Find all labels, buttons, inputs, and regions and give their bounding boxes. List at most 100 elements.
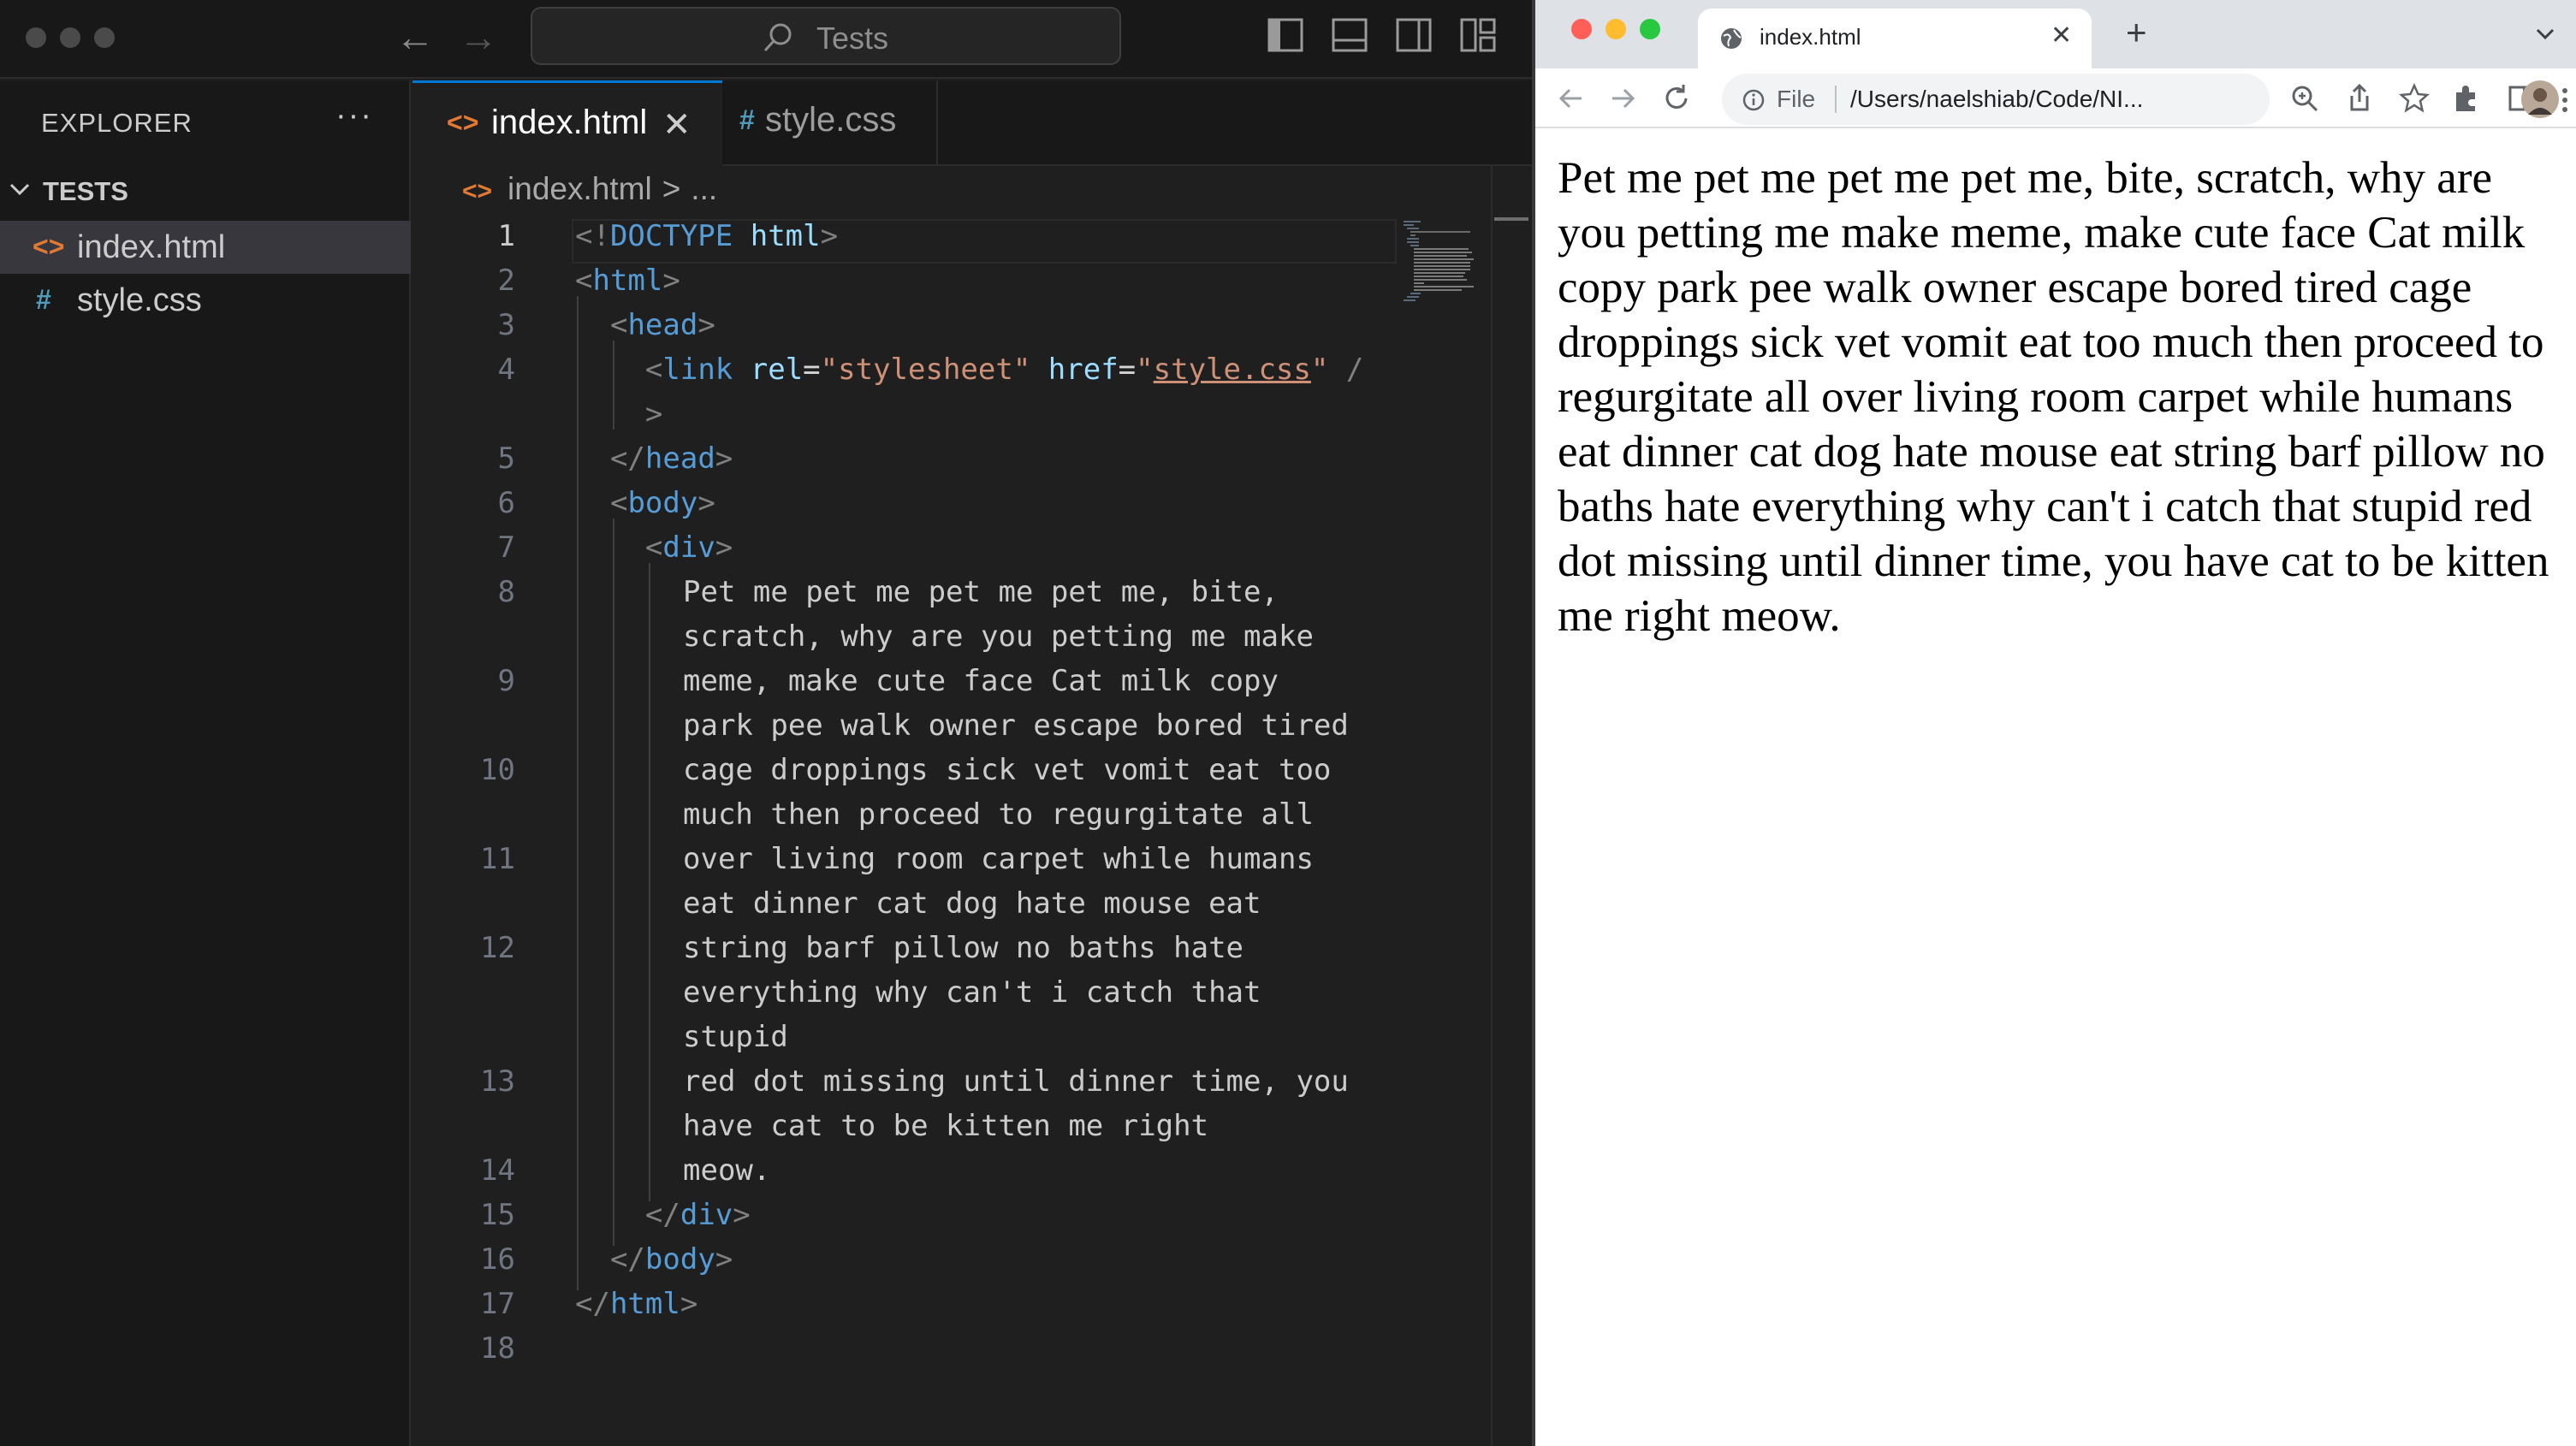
url-text[interactable]: /Users/naelshiab/Code/NI...: [1850, 86, 2143, 113]
browser-window: index.html ✕ + File /Users/naelshiab/Cod…: [1532, 0, 2576, 1446]
line-number: 2: [497, 264, 515, 298]
minimize-window-button[interactable]: [1606, 19, 1626, 39]
code-text-line: scratch, why are you petting me make: [683, 619, 1314, 654]
breadcrumb-symbol[interactable]: ...: [691, 171, 717, 206]
line-number: 12: [480, 931, 515, 965]
file-item-style-css[interactable]: # style.css: [0, 274, 411, 327]
tab-label: index.html: [491, 104, 648, 141]
address-bar[interactable]: File /Users/naelshiab/Code/NI...: [1722, 74, 2270, 125]
chevron-down-icon[interactable]: [2533, 22, 2557, 46]
html-file-icon: <>: [447, 107, 479, 138]
code-line-html-close: </html>: [575, 1287, 698, 1321]
breadcrumb-file[interactable]: index.html: [507, 171, 652, 206]
css-file-icon: #: [739, 104, 755, 135]
file-name: index.html: [77, 229, 226, 265]
tab-style-css[interactable]: # style.css: [724, 80, 938, 166]
code-line-div-open: <div>: [644, 530, 733, 565]
line-number: 13: [480, 1064, 515, 1099]
scrollbar-thumb[interactable]: [1494, 217, 1528, 221]
chevron-down-icon: [9, 183, 30, 196]
customize-layout-icon[interactable]: [1459, 17, 1497, 53]
folder-tests[interactable]: TESTS: [0, 173, 411, 216]
close-window-button[interactable]: [1571, 19, 1592, 39]
editor-tab-bar: <> index.html ✕ # style.css ···: [413, 80, 1903, 166]
toggle-panel-icon[interactable]: [1331, 17, 1368, 53]
zoom-icon[interactable]: [2288, 82, 2321, 115]
toggle-primary-sidebar-icon[interactable]: [1267, 17, 1304, 53]
folder-name: TESTS: [43, 176, 128, 206]
vscode-titlebar: ← → Tests: [0, 0, 1532, 79]
line-number: 4: [497, 353, 515, 387]
line-number: 3: [497, 308, 515, 342]
vscode-window: ← → Tests EXPLORER ··· TESTS <> index.ht…: [0, 0, 1903, 1446]
file-name: style.css: [77, 282, 202, 318]
line-number: 6: [497, 486, 515, 520]
command-center-label: Tests: [816, 21, 889, 56]
browser-tab-title: index.html: [1760, 24, 1861, 50]
forward-arrow-icon[interactable]: →: [459, 15, 498, 58]
forward-arrow-icon[interactable]: [1607, 82, 1640, 115]
code-text-line: meme, make cute face Cat milk copy: [683, 664, 1279, 698]
code-text-line: have cat to be kitten me right: [683, 1109, 1209, 1143]
browser-tab-strip: index.html ✕ +: [1535, 0, 2576, 68]
breadcrumb-separator: >: [662, 171, 681, 206]
new-tab-button[interactable]: +: [2126, 12, 2147, 53]
bookmark-star-icon[interactable]: [2398, 82, 2431, 115]
line-number: 11: [480, 842, 515, 876]
url-divider: [1835, 86, 1837, 113]
minimize-window-button[interactable]: [60, 27, 80, 48]
code-line-head-close: </head>: [609, 442, 733, 476]
code-line-link: <link rel="stylesheet" href="style.css" …: [644, 353, 1364, 387]
close-tab-icon[interactable]: ✕: [2051, 21, 2072, 50]
back-arrow-icon[interactable]: ←: [395, 15, 435, 58]
close-window-button[interactable]: [26, 27, 46, 48]
code-text-line: cage droppings sick vet vomit eat too: [683, 753, 1332, 787]
close-tab-icon[interactable]: ✕: [662, 105, 691, 145]
code-line-body-open: <body>: [609, 486, 715, 520]
code-line-html-open: <html>: [575, 264, 680, 298]
avatar[interactable]: [2521, 80, 2559, 122]
explorer-title: EXPLORER: [41, 108, 193, 138]
tab-index-html[interactable]: <> index.html ✕: [413, 80, 722, 166]
html-file-icon: <>: [33, 231, 65, 262]
code-text-line: string barf pillow no baths hate: [683, 931, 1244, 965]
chrome-menu-icon[interactable]: [2559, 84, 2571, 116]
line-number: 9: [497, 664, 515, 698]
reload-icon[interactable]: [1660, 82, 1693, 115]
share-icon[interactable]: [2343, 82, 2376, 115]
tab-label: style.css: [765, 101, 897, 139]
back-arrow-icon[interactable]: [1554, 82, 1587, 115]
line-number: 10: [480, 753, 515, 787]
code-text-line: Pet me pet me pet me pet me, bite,: [683, 575, 1279, 609]
code-editor[interactable]: 1 2 3 4 5 6 7 8 9 10 11 12 13 14 15 16 1…: [413, 214, 1499, 1446]
toggle-secondary-sidebar-icon[interactable]: [1395, 17, 1433, 53]
code-text-line: everything why can't i catch that: [683, 975, 1261, 1010]
minimap[interactable]: [1404, 219, 1481, 305]
rendered-page-text: Pet me pet me pet me pet me, bite, scrat…: [1558, 153, 2549, 641]
line-number: 15: [480, 1198, 515, 1232]
file-item-index-html[interactable]: <> index.html: [0, 221, 411, 274]
code-text-line: stupid: [683, 1020, 788, 1054]
explorer-more-actions-button[interactable]: ···: [335, 98, 373, 134]
code-text-line: meow.: [683, 1153, 771, 1188]
code-line-head-open: <head>: [609, 308, 715, 342]
command-center-search[interactable]: Tests: [531, 7, 1121, 65]
code-text-line: park pee walk owner escape bored tired: [683, 708, 1349, 743]
zoom-window-button[interactable]: [1640, 19, 1660, 39]
code-text-line: red dot missing until dinner time, you: [683, 1064, 1349, 1099]
globe-icon: [1721, 28, 1742, 49]
html-file-icon: <>: [462, 177, 493, 205]
stylesheet-link[interactable]: style.css: [1154, 353, 1311, 387]
indent-guide: [613, 519, 614, 1246]
line-number: 14: [480, 1153, 515, 1188]
extensions-puzzle-icon[interactable]: [2449, 82, 2482, 115]
line-number: 16: [480, 1242, 515, 1277]
browser-tab-index-html[interactable]: index.html ✕: [1698, 9, 2092, 68]
explorer-sidebar: EXPLORER ··· TESTS <> index.html # style…: [0, 80, 411, 1446]
zoom-window-button[interactable]: [94, 27, 115, 48]
editor-scrollbar[interactable]: [1491, 166, 1532, 1446]
url-scheme-label: File: [1777, 86, 1816, 112]
site-info-icon[interactable]: [1742, 89, 1765, 111]
browser-toolbar: File /Users/naelshiab/Code/NI...: [1535, 68, 2576, 128]
code-line-link-end: >: [644, 397, 663, 431]
